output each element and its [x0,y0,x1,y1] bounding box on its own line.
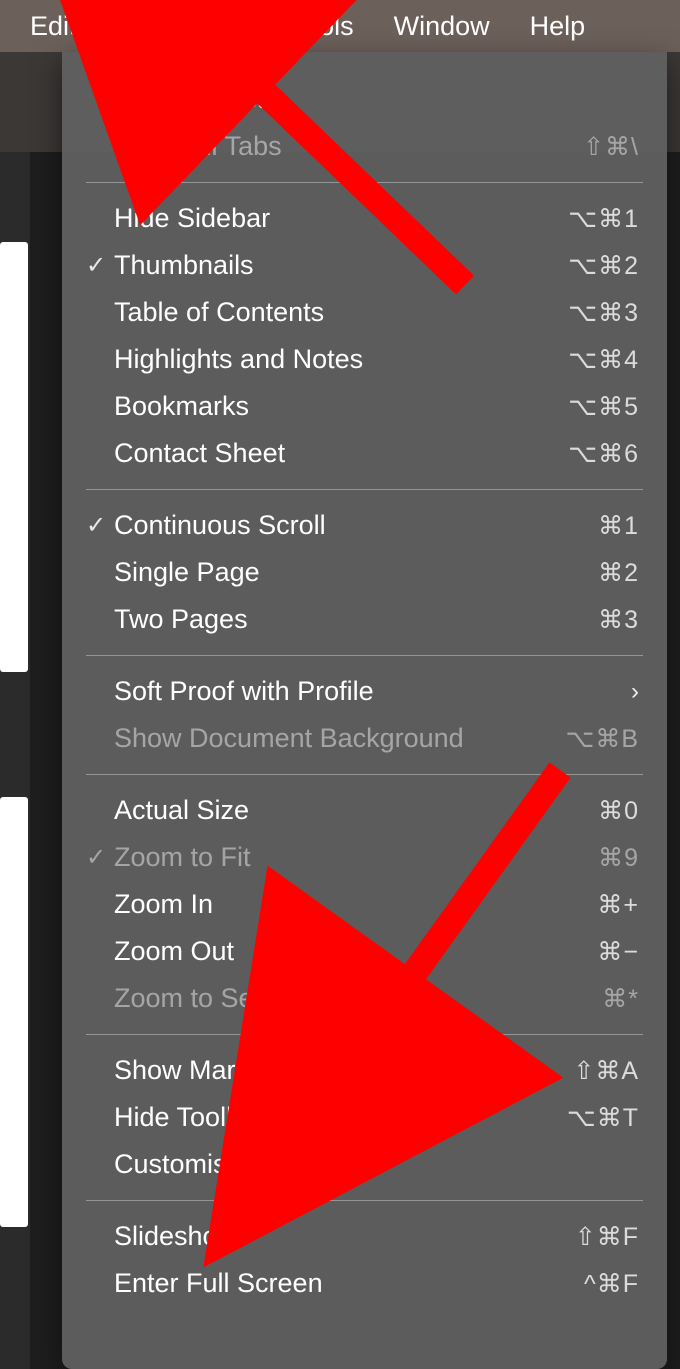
menu-separator [86,1034,643,1035]
menu-item-shortcut: ⇧⌘F [575,1222,639,1252]
menu-item-continuous-scroll[interactable]: ✓Continuous Scroll⌘1 [62,502,667,549]
menu-item-label: Show Document Background [114,723,566,754]
menu-item-hide-sidebar[interactable]: Hide Sidebar⌥⌘1 [62,195,667,242]
menu-item-shortcut: ⇧⌘\ [583,132,639,162]
menu-item-slideshow[interactable]: Slideshow⇧⌘F [62,1213,667,1260]
menu-item-label: Zoom to Selection [114,983,602,1014]
menu-item-shortcut: ⌘+ [597,890,639,920]
menu-item-label: Contact Sheet [114,438,568,469]
view-menu-dropdown: Show Tab Bar Show All Tabs⇧⌘\ Hide Sidebar… [62,52,667,1369]
menu-item-show-tab-bar[interactable]: Show Tab Bar [62,76,667,123]
menu-item-shortcut: ^⌘F [584,1269,639,1299]
menu-separator [86,774,643,775]
menubar-item-label: Help [530,11,586,42]
menu-item-zoom-in[interactable]: Zoom In⌘+ [62,881,667,928]
menu-item-enter-full-screen[interactable]: Enter Full Screen^⌘F [62,1260,667,1307]
menu-item-label: Soft Proof with Profile [114,676,631,707]
menu-item-bookmarks[interactable]: Bookmarks⌥⌘5 [62,383,667,430]
menu-item-label: Zoom In [114,889,597,920]
menu-item-show-all-tabs: Show All Tabs⇧⌘\ [62,123,667,170]
menu-item-shortcut: ⌥⌘T [567,1103,639,1133]
menu-item-zoom-out[interactable]: Zoom Out⌘− [62,928,667,975]
menu-item-label: Table of Contents [114,297,568,328]
menubar-item-help[interactable]: Help [510,0,606,52]
menu-item-show-markup-toolbar[interactable]: Show Markup Toolbar⇧⌘A [62,1047,667,1094]
menubar-item-label: Window [394,11,490,42]
menu-item-label: Show Tab Bar [114,84,639,115]
menu-item-shortcut: ⌥⌘1 [568,204,639,234]
menu-item-shortcut: ⌥⌘B [566,724,639,754]
menu-item-shortcut: ⌥⌘3 [568,298,639,328]
menu-item-label: Thumbnails [114,250,568,281]
menu-item-label: Slideshow [114,1221,575,1252]
menu-item-label: Enter Full Screen [114,1268,584,1299]
menu-item-single-page[interactable]: Single Page⌘2 [62,549,667,596]
chevron-right-icon: › [631,678,639,706]
menu-item-label: Show Markup Toolbar [114,1055,573,1086]
menu-item-contact-sheet[interactable]: Contact Sheet⌥⌘6 [62,430,667,477]
menu-item-zoom-to-fit: ✓Zoom to Fit⌘9 [62,834,667,881]
menu-item-label: Customise Toolbar… [114,1149,639,1180]
menu-item-customise-toolbar[interactable]: Customise Toolbar… [62,1141,667,1188]
menubar-item-window[interactable]: Window [374,0,510,52]
menu-item-label: Zoom to Fit [114,842,598,873]
menubar-item-view[interactable]: View [97,0,195,52]
menu-item-label: Single Page [114,557,598,588]
menu-item-label: Continuous Scroll [114,510,598,541]
menu-item-highlights-and-notes[interactable]: Highlights and Notes⌥⌘4 [62,336,667,383]
menu-item-shortcut: ⌘* [602,984,639,1014]
menu-item-label: Hide Toolbar [114,1102,567,1133]
menu-separator [86,489,643,490]
sidebar-thumbnails [0,152,30,1369]
checkmark-icon: ✓ [78,251,114,280]
menubar-item-edit[interactable]: Edit [10,0,97,52]
menu-item-shortcut: ⌘9 [598,843,639,873]
menubar-item-label: Tools [291,11,354,42]
menu-item-label: Bookmarks [114,391,568,422]
thumbnail[interactable] [0,797,28,1227]
menubar-item-label: View [117,11,175,42]
menu-item-shortcut: ⌘1 [598,511,639,541]
menu-item-label: Highlights and Notes [114,344,568,375]
menu-item-shortcut: ⌥⌘5 [568,392,639,422]
menu-item-shortcut: ⌥⌘6 [568,439,639,469]
menu-item-shortcut: ⇧⌘A [573,1056,639,1086]
menubar-item-go[interactable]: Go [195,0,271,52]
menu-item-soft-proof-with-profile[interactable]: Soft Proof with Profile› [62,668,667,715]
menubar-item-label: Go [215,11,251,42]
menu-item-shortcut: ⌥⌘2 [568,251,639,281]
menu-item-shortcut: ⌘2 [598,558,639,588]
menu-item-thumbnails[interactable]: ✓Thumbnails⌥⌘2 [62,242,667,289]
menu-item-shortcut: ⌘− [597,937,639,967]
menu-item-shortcut: ⌘3 [598,605,639,635]
menu-separator [86,1200,643,1201]
menu-item-hide-toolbar[interactable]: Hide Toolbar⌥⌘T [62,1094,667,1141]
menu-item-show-document-background: Show Document Background⌥⌘B [62,715,667,762]
menu-item-two-pages[interactable]: Two Pages⌘3 [62,596,667,643]
menubar-item-label: Edit [30,11,77,42]
menu-separator [86,655,643,656]
thumbnail[interactable] [0,242,28,672]
menubar-item-tools[interactable]: Tools [271,0,374,52]
menu-item-table-of-contents[interactable]: Table of Contents⌥⌘3 [62,289,667,336]
checkmark-icon: ✓ [78,843,114,872]
menu-item-label: Zoom Out [114,936,597,967]
menu-item-actual-size[interactable]: Actual Size⌘0 [62,787,667,834]
menu-item-label: Two Pages [114,604,598,635]
menu-item-label: Actual Size [114,795,598,826]
menubar: Edit View Go Tools Window Help [0,0,680,52]
menu-item-label: Hide Sidebar [114,203,568,234]
menu-item-label: Show All Tabs [114,131,583,162]
menu-item-zoom-to-selection: Zoom to Selection⌘* [62,975,667,1022]
menu-item-shortcut: ⌘0 [598,796,639,826]
menu-item-shortcut: ⌥⌘4 [568,345,639,375]
checkmark-icon: ✓ [78,511,114,540]
menu-separator [86,182,643,183]
